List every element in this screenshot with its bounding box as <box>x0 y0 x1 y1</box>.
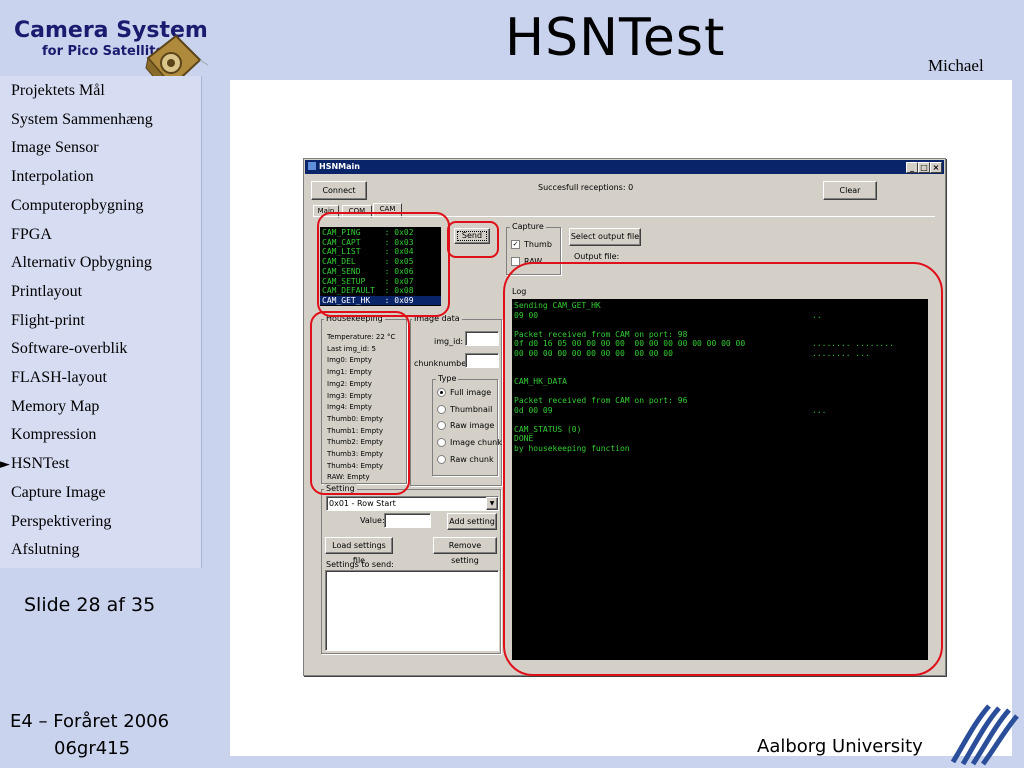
group-label: 06gr415 <box>54 738 131 759</box>
capture-title: Capture <box>510 222 546 231</box>
send-button-highlight <box>447 221 499 258</box>
type-radio-label: Thumbnail <box>450 404 493 414</box>
nav-item[interactable]: Computeropbygning <box>11 197 143 215</box>
chunknumber-label: chunknumber: <box>414 359 473 368</box>
receptions-status: Succesfull receptions: 0 <box>538 183 634 192</box>
img-id-input[interactable] <box>465 331 499 346</box>
type-radio[interactable] <box>437 454 446 464</box>
nav-item[interactable]: Capture Image <box>11 484 106 502</box>
slide-title: HSNTest <box>505 8 726 68</box>
course-label: E4 – Foråret 2006 <box>10 711 170 732</box>
slide-counter: Slide 28 af 35 <box>24 594 156 616</box>
settings-to-send-label: Settings to send: <box>326 560 394 569</box>
nav-item[interactable]: FPGA <box>11 226 52 244</box>
nav-item[interactable]: System Sammenhæng <box>11 111 153 129</box>
app-icon <box>308 162 316 170</box>
type-radio[interactable] <box>437 404 446 414</box>
nav-item[interactable]: Printlayout <box>11 283 82 301</box>
nav-item[interactable]: FLASH-layout <box>11 369 107 387</box>
img-id-label: img_id: <box>434 337 464 346</box>
type-radio-label: Raw image <box>450 421 495 431</box>
type-radio-label: Full image <box>450 388 492 397</box>
housekeeping-highlight <box>310 311 410 495</box>
chunknumber-input[interactable] <box>465 353 499 368</box>
type-radio-label: Image chunk <box>450 438 502 448</box>
nav-item[interactable]: Software-overblik <box>11 340 127 358</box>
settings-to-send-list[interactable] <box>325 570 499 651</box>
value-input[interactable] <box>384 513 431 528</box>
setting-select-value: 0x01 - Row Start <box>329 499 396 508</box>
nav-item[interactable]: Afslutning <box>11 541 79 559</box>
connect-button[interactable]: Connect <box>311 181 367 200</box>
value-label: Value: <box>360 516 385 525</box>
window-title: HSNMain <box>319 162 360 171</box>
nav-item[interactable]: Interpolation <box>11 168 94 186</box>
thumb-label: Thumb <box>524 240 552 249</box>
add-setting-button[interactable]: Add setting <box>447 513 497 530</box>
nav-item[interactable]: HSNTest <box>11 455 69 473</box>
close-icon[interactable]: × <box>930 162 942 173</box>
select-output-file-button[interactable]: Select output file <box>569 228 641 246</box>
nav-item[interactable]: Alternativ Opbygning <box>11 254 152 272</box>
thumb-checkbox[interactable]: ✓ <box>511 240 520 249</box>
command-list-highlight <box>317 212 450 317</box>
minimize-icon[interactable]: _ <box>906 162 918 173</box>
clear-button[interactable]: Clear <box>823 181 877 200</box>
maximize-icon[interactable]: □ <box>918 162 930 173</box>
nav-item[interactable]: Memory Map <box>11 398 99 416</box>
nav-item[interactable]: Perspektivering <box>11 513 111 531</box>
load-settings-file-button[interactable]: Load settings file <box>325 537 393 565</box>
type-title: Type <box>436 374 459 383</box>
nav-item[interactable]: Image Sensor <box>11 139 99 157</box>
chevron-down-icon[interactable]: ▼ <box>486 497 498 510</box>
setting-select[interactable]: 0x01 - Row Start ▼ <box>326 496 499 511</box>
type-radio-label: Raw chunk <box>450 454 494 464</box>
remove-setting-button[interactable]: Remove setting <box>433 537 497 565</box>
output-file-label: Output file: <box>574 252 620 261</box>
university-name: Aalborg University <box>757 736 923 757</box>
slide-navigation: Projektets Mål System Sammenhæng Image Sen… <box>0 76 202 568</box>
window-titlebar[interactable]: HSNMain _ □ × <box>305 160 944 174</box>
author: Michael <box>928 56 984 75</box>
type-radio[interactable] <box>437 388 446 397</box>
nav-item[interactable]: Projektets Mål <box>11 82 105 100</box>
nav-item[interactable]: Flight-print <box>11 312 85 330</box>
university-logo-icon <box>950 704 1019 766</box>
log-highlight <box>503 262 943 676</box>
nav-item[interactable]: Kompression <box>11 426 96 444</box>
current-slide-marker: ► <box>0 457 10 472</box>
